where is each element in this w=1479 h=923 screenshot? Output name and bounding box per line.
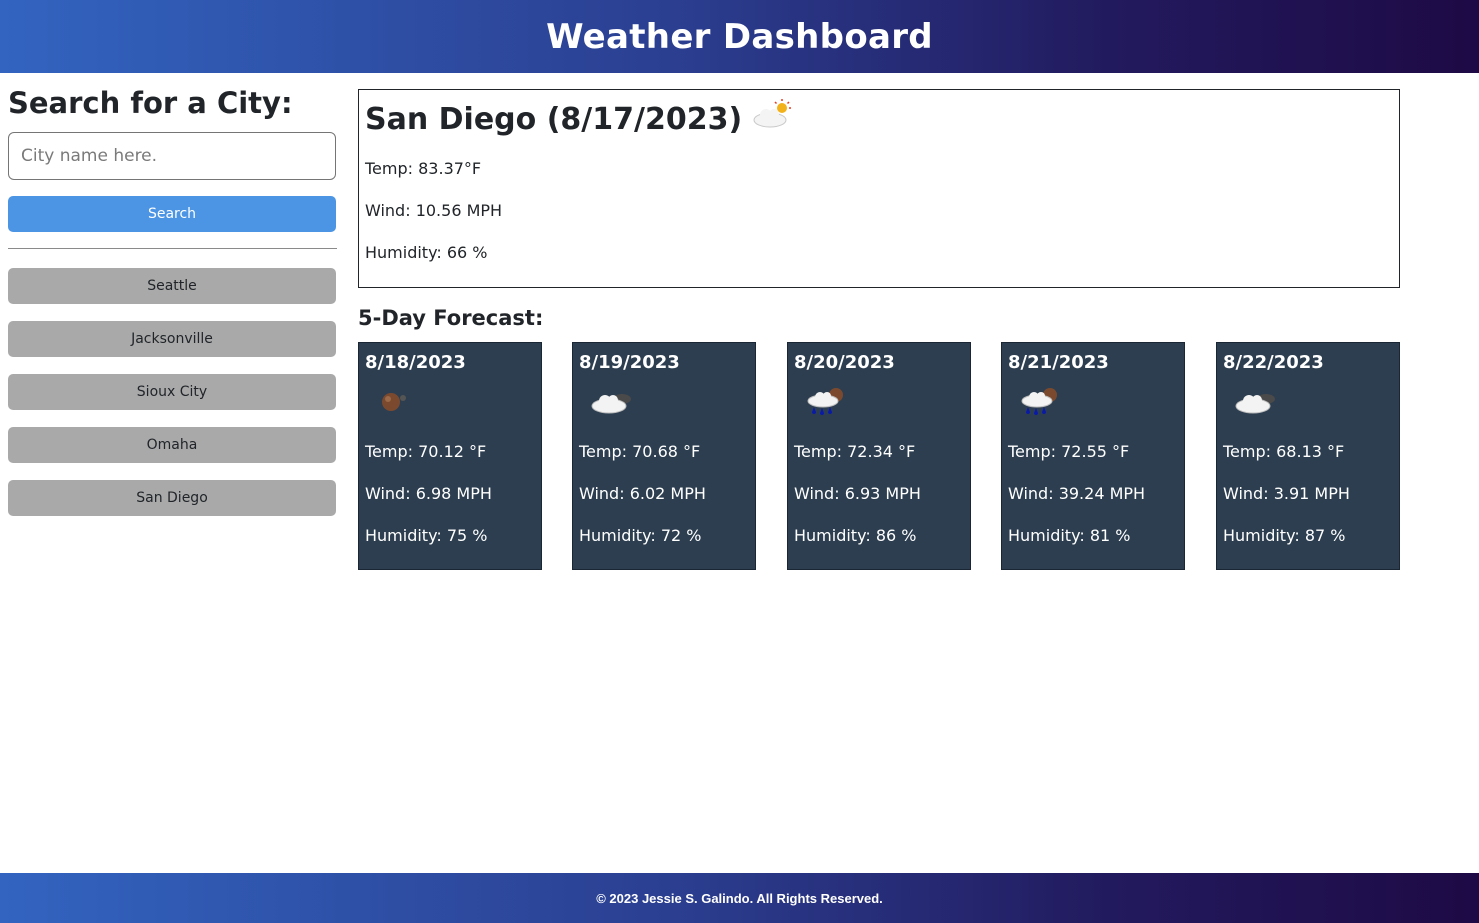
city-search-input[interactable]: [8, 132, 336, 180]
forecast-temp: Temp: 72.34 °F: [794, 442, 916, 461]
page-footer: © 2023 Jessie S. Galindo. All Rights Res…: [0, 873, 1479, 923]
current-city-date: San Diego (8/17/2023): [365, 101, 743, 137]
forecast-temp: Temp: 70.12 °F: [365, 442, 487, 461]
forecast-temp: Temp: 72.55 °F: [1008, 442, 1130, 461]
forecast-temp: Temp: 70.68 °F: [579, 442, 701, 461]
forecast-card: 8/20/2023 Temp: 72.34 °F Wind: 6.93 MPH …: [787, 342, 971, 570]
forecast-date: 8/21/2023: [1008, 352, 1109, 373]
history-button-omaha[interactable]: Omaha: [8, 427, 336, 463]
search-heading: Search for a City:: [8, 86, 293, 120]
forecast-humidity: Humidity: 81 %: [1008, 526, 1131, 545]
forecast-card: 8/22/2023 Temp: 68.13 °F Wind: 3.91 MPH …: [1216, 342, 1400, 570]
search-button[interactable]: Search: [8, 196, 336, 232]
forecast-date: 8/22/2023: [1223, 352, 1324, 373]
search-sidebar: Search for a City: Search Seattle Jackso…: [8, 86, 337, 533]
forecast-heading: 5-Day Forecast:: [358, 306, 544, 330]
forecast-humidity: Humidity: 75 %: [365, 526, 488, 545]
forecast-card: 8/18/2023 Temp: 70.12 °F Wind: 6.98 MPH …: [358, 342, 542, 570]
history-button-jacksonville[interactable]: Jacksonville: [8, 321, 336, 357]
forecast-wind: Wind: 39.24 MPH: [1008, 484, 1146, 503]
sidebar-divider: [8, 248, 337, 249]
search-history: Seattle Jacksonville Sioux City Omaha Sa…: [8, 268, 337, 516]
cloudy-night-icon: [589, 387, 633, 419]
copyright-text: © 2023 Jessie S. Galindo. All Rights Res…: [596, 890, 883, 906]
forecast-date: 8/18/2023: [365, 352, 466, 373]
history-button-san-diego[interactable]: San Diego: [8, 480, 336, 516]
page-header: Weather Dashboard: [0, 0, 1479, 73]
forecast-humidity: Humidity: 86 %: [794, 526, 917, 545]
forecast-date: 8/19/2023: [579, 352, 680, 373]
forecast-wind: Wind: 6.93 MPH: [794, 484, 921, 503]
forecast-temp: Temp: 68.13 °F: [1223, 442, 1345, 461]
forecast-wind: Wind: 3.91 MPH: [1223, 484, 1350, 503]
current-humidity: Humidity: 66 %: [365, 243, 488, 262]
page-title: Weather Dashboard: [546, 16, 933, 57]
forecast-card: 8/19/2023 Temp: 70.68 °F Wind: 6.02 MPH …: [572, 342, 756, 570]
current-weather-panel: San Diego (8/17/2023) Temp: 83.37°F Wind…: [358, 89, 1400, 288]
history-button-sioux-city[interactable]: Sioux City: [8, 374, 336, 410]
current-temp: Temp: 83.37°F: [365, 159, 482, 178]
forecast-humidity: Humidity: 87 %: [1223, 526, 1346, 545]
few-clouds-day-icon: [752, 98, 792, 141]
forecast-wind: Wind: 6.98 MPH: [365, 484, 492, 503]
rain-night-icon: [1018, 385, 1062, 421]
current-wind: Wind: 10.56 MPH: [365, 201, 503, 220]
forecast-wind: Wind: 6.02 MPH: [579, 484, 706, 503]
history-button-seattle[interactable]: Seattle: [8, 268, 336, 304]
forecast-date: 8/20/2023: [794, 352, 895, 373]
forecast-card: 8/21/2023 Temp: 72.55 °F Wind: 39.24 MPH…: [1001, 342, 1185, 570]
clear-night-icon: [379, 388, 409, 418]
forecast-humidity: Humidity: 72 %: [579, 526, 702, 545]
current-weather-title: San Diego (8/17/2023): [365, 98, 1393, 141]
cloudy-night-icon: [1233, 387, 1277, 419]
rain-night-icon: [804, 385, 848, 421]
